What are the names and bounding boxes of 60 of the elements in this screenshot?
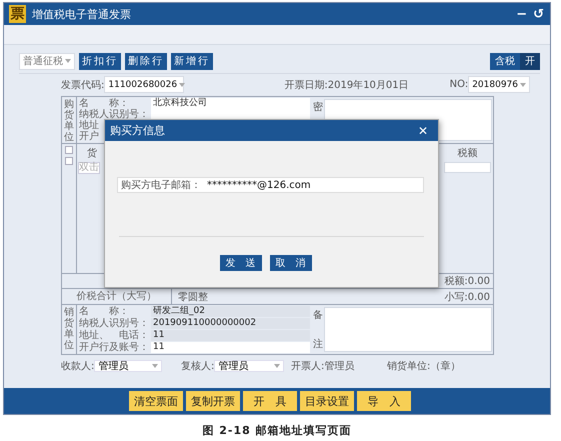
- field-label: 地址、 电话：: [79, 330, 150, 341]
- signer-text: 开票人:管理员: [291, 360, 354, 372]
- tax-total: 税额:0.00: [444, 274, 490, 288]
- signer-label: 收款人:: [61, 360, 94, 372]
- toolbar-button[interactable]: 删除行: [125, 52, 167, 70]
- tax-toggle[interactable]: 开: [520, 52, 540, 70]
- remark-area[interactable]: [324, 307, 492, 352]
- seller-side-label: 销货单位: [64, 306, 74, 353]
- signer-select[interactable]: 管理员: [214, 360, 284, 372]
- field-label: 名 称：: [79, 306, 130, 318]
- field-label: 开户: [79, 131, 99, 142]
- field-label: 开户行及账号：: [79, 342, 150, 353]
- signer-text: 销货单位:（章）: [387, 360, 460, 372]
- tax-included-label: 含税: [490, 52, 520, 70]
- input-field[interactable]: 北京科技公司: [151, 98, 310, 109]
- tax-field[interactable]: [444, 162, 491, 173]
- input-field[interactable]: 研发二组_02: [151, 306, 310, 318]
- signer-label: 复核人:: [181, 360, 214, 372]
- field-label: 地址: [79, 120, 99, 131]
- field-label: 名 称：: [79, 98, 130, 109]
- field-label: 纳税人识别号：: [79, 318, 150, 330]
- close-button[interactable]: ✕: [418, 124, 428, 138]
- column-header: 货: [87, 147, 97, 160]
- input-field[interactable]: 11: [151, 330, 310, 341]
- invoice-number-select[interactable]: 20180976: [468, 76, 530, 93]
- tax-type-select[interactable]: 普通征税: [19, 52, 75, 70]
- toolbar-button[interactable]: 折扣行: [79, 52, 121, 70]
- footer-button[interactable]: 目录设置: [300, 391, 354, 411]
- cancel-button[interactable]: 取 消: [270, 255, 312, 271]
- figure-caption: 图 2-18 邮箱地址填写页面: [202, 424, 352, 437]
- window-title: 增值税电子普通发票: [32, 6, 132, 22]
- footer-button[interactable]: 复制开票: [186, 391, 240, 411]
- app-logo: 票: [9, 5, 26, 23]
- toolbar-button[interactable]: 新增行: [171, 52, 213, 70]
- back-button[interactable]: ↺: [533, 8, 544, 20]
- remark-label: 注: [313, 338, 323, 351]
- input-field[interactable]: [151, 109, 310, 120]
- checkbox[interactable]: [65, 157, 73, 165]
- total-in-words: 零圆整: [178, 290, 209, 304]
- footer-button[interactable]: 导 入: [357, 391, 411, 411]
- input-field[interactable]: 201909110000000002: [151, 318, 310, 330]
- code-label: 发票代码:: [61, 78, 104, 92]
- field-label: 纳税人识别号：: [79, 109, 150, 120]
- dialog-title: 购买方信息: [110, 123, 165, 138]
- buyer-side-label: 购货单位: [64, 98, 74, 143]
- total-amount: 小写:0.00: [444, 290, 490, 304]
- footer-button[interactable]: 清空票面: [129, 391, 183, 411]
- send-button[interactable]: 发 送: [220, 255, 262, 271]
- signer-select[interactable]: 管理员: [94, 360, 162, 372]
- checkbox[interactable]: [65, 146, 73, 154]
- number-label: NO:: [450, 79, 468, 90]
- minimize-button[interactable]: −: [516, 8, 528, 20]
- input-field[interactable]: 11: [151, 342, 310, 353]
- remark-label: 备: [313, 309, 323, 322]
- password-label: 密: [313, 100, 323, 114]
- column-header: 税额: [458, 146, 478, 160]
- footer-button[interactable]: 开 具: [243, 391, 297, 411]
- issue-date: 开票日期:2019年10月01日: [284, 78, 409, 92]
- email-field[interactable]: 购买方电子邮箱： **********@126.com: [117, 177, 424, 193]
- invoice-code-select[interactable]: 111002680026: [104, 76, 184, 93]
